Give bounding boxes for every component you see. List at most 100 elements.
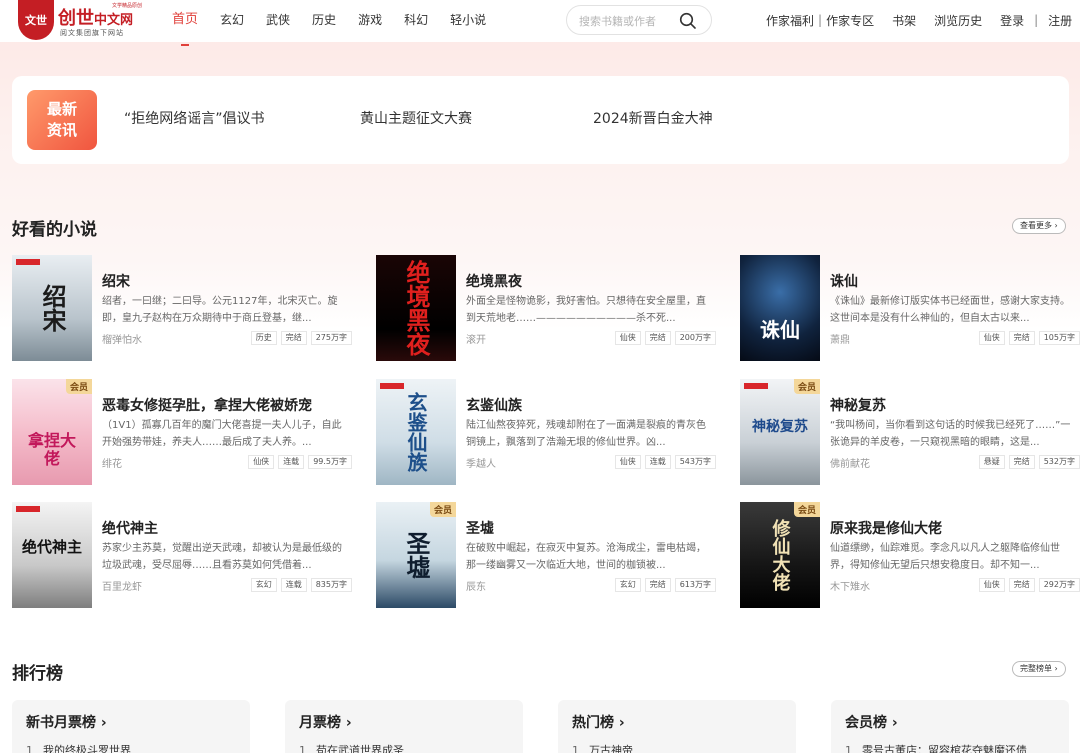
writer-benefits-link[interactable]: 作家福利: [766, 12, 814, 29]
book-card[interactable]: 绝代神主 绝代神主 苏家少主苏莫，觉醒出逆天武魂，却被认为是最低级的垃圾武魂，受…: [12, 502, 352, 608]
book-card[interactable]: 会员 拿捏大佬 恶毒女修挺孕肚，拿捏大佬被娇宠 （1V1）孤寡几百年的魔门大佬喜…: [12, 379, 352, 485]
word-count-tag: 532万字: [1038, 455, 1080, 469]
book-author[interactable]: 滚开: [466, 331, 486, 346]
book-author[interactable]: 辰东: [466, 578, 486, 593]
news-item[interactable]: 2024新晋白金大神: [593, 108, 713, 128]
rank-title[interactable]: 月票榜 ›: [299, 712, 352, 732]
book-cover: 会员 神秘复苏: [740, 379, 820, 485]
genre-tag: 悬疑: [978, 455, 1005, 469]
view-more-button[interactable]: 查看更多 ›: [1012, 218, 1066, 234]
vip-badge: 会员: [429, 502, 456, 517]
search-input[interactable]: [579, 12, 679, 30]
nav-home[interactable]: 首页: [172, 0, 198, 46]
book-tags: 悬疑 完结 532万字: [975, 455, 1080, 469]
book-author[interactable]: 木下雉水: [830, 578, 870, 593]
bookshelf-link[interactable]: 书架: [892, 12, 916, 29]
nav-wuxia[interactable]: 武侠: [266, 0, 290, 42]
writer-zone-link[interactable]: 作家专区: [826, 12, 874, 29]
book-title[interactable]: 圣墟: [466, 518, 494, 538]
search-icon[interactable]: [679, 12, 697, 30]
book-tags: 仙侠 完结 105万字: [975, 331, 1080, 345]
book-desc: （1V1）孤寡几百年的魔门大佬喜提一夫人儿子，自此开始强势带娃，养夫人……最后成…: [102, 420, 342, 448]
book-title[interactable]: 绝代神主: [102, 518, 158, 538]
book-card[interactable]: 会员 神秘复苏 神秘复苏 “我叫杨间，当你看到这句话的时候我已经死了……”一张诡…: [740, 379, 1080, 485]
word-count-tag: 613万字: [674, 578, 716, 592]
nav-games[interactable]: 游戏: [358, 0, 382, 42]
rank-item[interactable]: 1 零号古董店：留容棺花夺魅魔还债: [845, 742, 1027, 753]
book-card[interactable]: 会员 修仙大佬 原来我是修仙大佬 仙道缥缈，仙踪难觅。李念凡以凡人之躯降临修仙世…: [740, 502, 1080, 608]
book-cover: 会员 圣墟: [376, 502, 456, 608]
book-title[interactable]: 玄鉴仙族: [466, 395, 522, 415]
nav-light-novel[interactable]: 轻小说: [450, 0, 486, 42]
rank-item[interactable]: 1 万古神帝: [572, 742, 633, 753]
logo-seal-icon: 文世: [18, 0, 54, 40]
book-title[interactable]: 恶毒女修挺孕肚，拿捏大佬被娇宠: [102, 395, 312, 415]
book-cover: 绝代神主: [12, 502, 92, 608]
book-title[interactable]: 神秘复苏: [830, 395, 886, 415]
nav-xuanhuan[interactable]: 玄幻: [220, 0, 244, 42]
register-link[interactable]: 注册: [1048, 12, 1072, 29]
book-tags: 仙侠 连载 99.5万字: [244, 455, 352, 469]
user-links: 作家福利 | 作家专区 书架 浏览历史 登录 | 注册: [766, 0, 1072, 40]
book-title[interactable]: 绝境黑夜: [466, 271, 522, 291]
book-author[interactable]: 百里龙虾: [102, 578, 142, 593]
separator: |: [818, 13, 823, 27]
book-title[interactable]: 原来我是修仙大佬: [830, 518, 942, 538]
main-nav: 首页 玄幻 武侠 历史 游戏 科幻 轻小说: [172, 0, 508, 46]
vip-badge: 会员: [793, 379, 820, 394]
word-count-tag: 543万字: [674, 455, 716, 469]
publisher-logo-icon: [744, 383, 768, 389]
book-card[interactable]: 玄鉴仙族 玄鉴仙族 陆江仙熬夜猝死，残魂却附在了一面满是裂痕的青灰色铜镜上，飘落…: [376, 379, 716, 485]
rank-title[interactable]: 新书月票榜 ›: [26, 712, 107, 732]
book-card[interactable]: 绍宋 绍宋 绍者，一曰继；二曰导。公元1127年，北宋灭亡。旋即，皇九子赵构在万…: [12, 255, 352, 361]
news-badge: 最新 资讯: [27, 90, 97, 150]
book-cover: 会员 拿捏大佬: [12, 379, 92, 485]
rank-item[interactable]: 1 苟在武道世界成圣: [299, 742, 404, 753]
book-cover: 绍宋: [12, 255, 92, 361]
status-tag: 完结: [1008, 455, 1035, 469]
rank-card-vip: 会员榜 › 1 零号古董店：留容棺花夺魅魔还债: [831, 700, 1069, 753]
book-desc: 在破败中崛起，在寂灭中复苏。沧海成尘，雷电枯竭，那一缕幽雾又一次临近大地，世间的…: [466, 543, 706, 571]
genre-tag: 玄幻: [250, 578, 277, 592]
book-tags: 仙侠 完结 292万字: [975, 578, 1080, 592]
book-author[interactable]: 萧鼎: [830, 331, 850, 346]
book-author[interactable]: 榴弹怕水: [102, 331, 142, 346]
book-cover: 绝境黑夜: [376, 255, 456, 361]
genre-tag: 仙侠: [614, 455, 641, 469]
genre-tag: 仙侠: [978, 331, 1005, 345]
word-count-tag: 835万字: [310, 578, 352, 592]
good-novels-title: 好看的小说: [12, 220, 97, 240]
genre-tag: 仙侠: [978, 578, 1005, 592]
rank-card-hot: 热门榜 › 1 万古神帝: [558, 700, 796, 753]
book-title[interactable]: 绍宋: [102, 271, 130, 291]
book-card[interactable]: 会员 圣墟 圣墟 在破败中崛起，在寂灭中复苏。沧海成尘，雷电枯竭，那一缕幽雾又一…: [376, 502, 716, 608]
history-link[interactable]: 浏览历史: [934, 12, 982, 29]
book-author[interactable]: 绯花: [102, 455, 122, 470]
book-tags: 玄幻 连载 835万字: [247, 578, 352, 592]
book-desc: 陆江仙熬夜猝死，残魂却附在了一面满是裂痕的青灰色铜镜上，飘落到了浩瀚无垠的修仙世…: [466, 420, 706, 448]
rank-item[interactable]: 1 我的终极斗罗世界: [26, 742, 131, 753]
rank-title[interactable]: 会员榜 ›: [845, 712, 898, 732]
rankings-title: 排行榜: [12, 664, 63, 684]
full-rankings-button[interactable]: 完整榜单 ›: [1012, 661, 1066, 677]
nav-history[interactable]: 历史: [312, 0, 336, 42]
book-desc: 外面全是怪物诡影，我好害怕。只想待在安全屋里，直到天荒地老……—————————…: [466, 296, 706, 324]
top-header: 文世 创世中文网 文学精品原创 阅文集团旗下网站 首页 玄幻 武侠 历史 游戏 …: [0, 0, 1080, 46]
book-author[interactable]: 佛前献花: [830, 455, 870, 470]
book-author[interactable]: 季越人: [466, 455, 496, 470]
status-tag: 完结: [1008, 331, 1035, 345]
site-logo[interactable]: 文世 创世中文网 文学精品原创 阅文集团旗下网站: [18, 0, 148, 42]
login-link[interactable]: 登录: [1000, 12, 1024, 29]
publisher-logo-icon: [380, 383, 404, 389]
genre-tag: 历史: [250, 331, 277, 345]
status-tag: 连载: [280, 578, 307, 592]
genre-tag: 仙侠: [614, 331, 641, 345]
book-card[interactable]: 诛仙 诛仙 《诛仙》最新修订版实体书已经面世，感谢大家支持。这世间本是没有什么神…: [740, 255, 1080, 361]
nav-scifi[interactable]: 科幻: [404, 0, 428, 42]
news-item[interactable]: 黄山主题征文大赛: [360, 108, 472, 128]
rank-title[interactable]: 热门榜 ›: [572, 712, 625, 732]
news-item[interactable]: “拒绝网络谣言”倡议书: [124, 108, 265, 128]
book-card[interactable]: 绝境黑夜 绝境黑夜 外面全是怪物诡影，我好害怕。只想待在安全屋里，直到天荒地老……: [376, 255, 716, 361]
book-title[interactable]: 诛仙: [830, 271, 858, 291]
book-tags: 历史 完结 275万字: [247, 331, 352, 345]
